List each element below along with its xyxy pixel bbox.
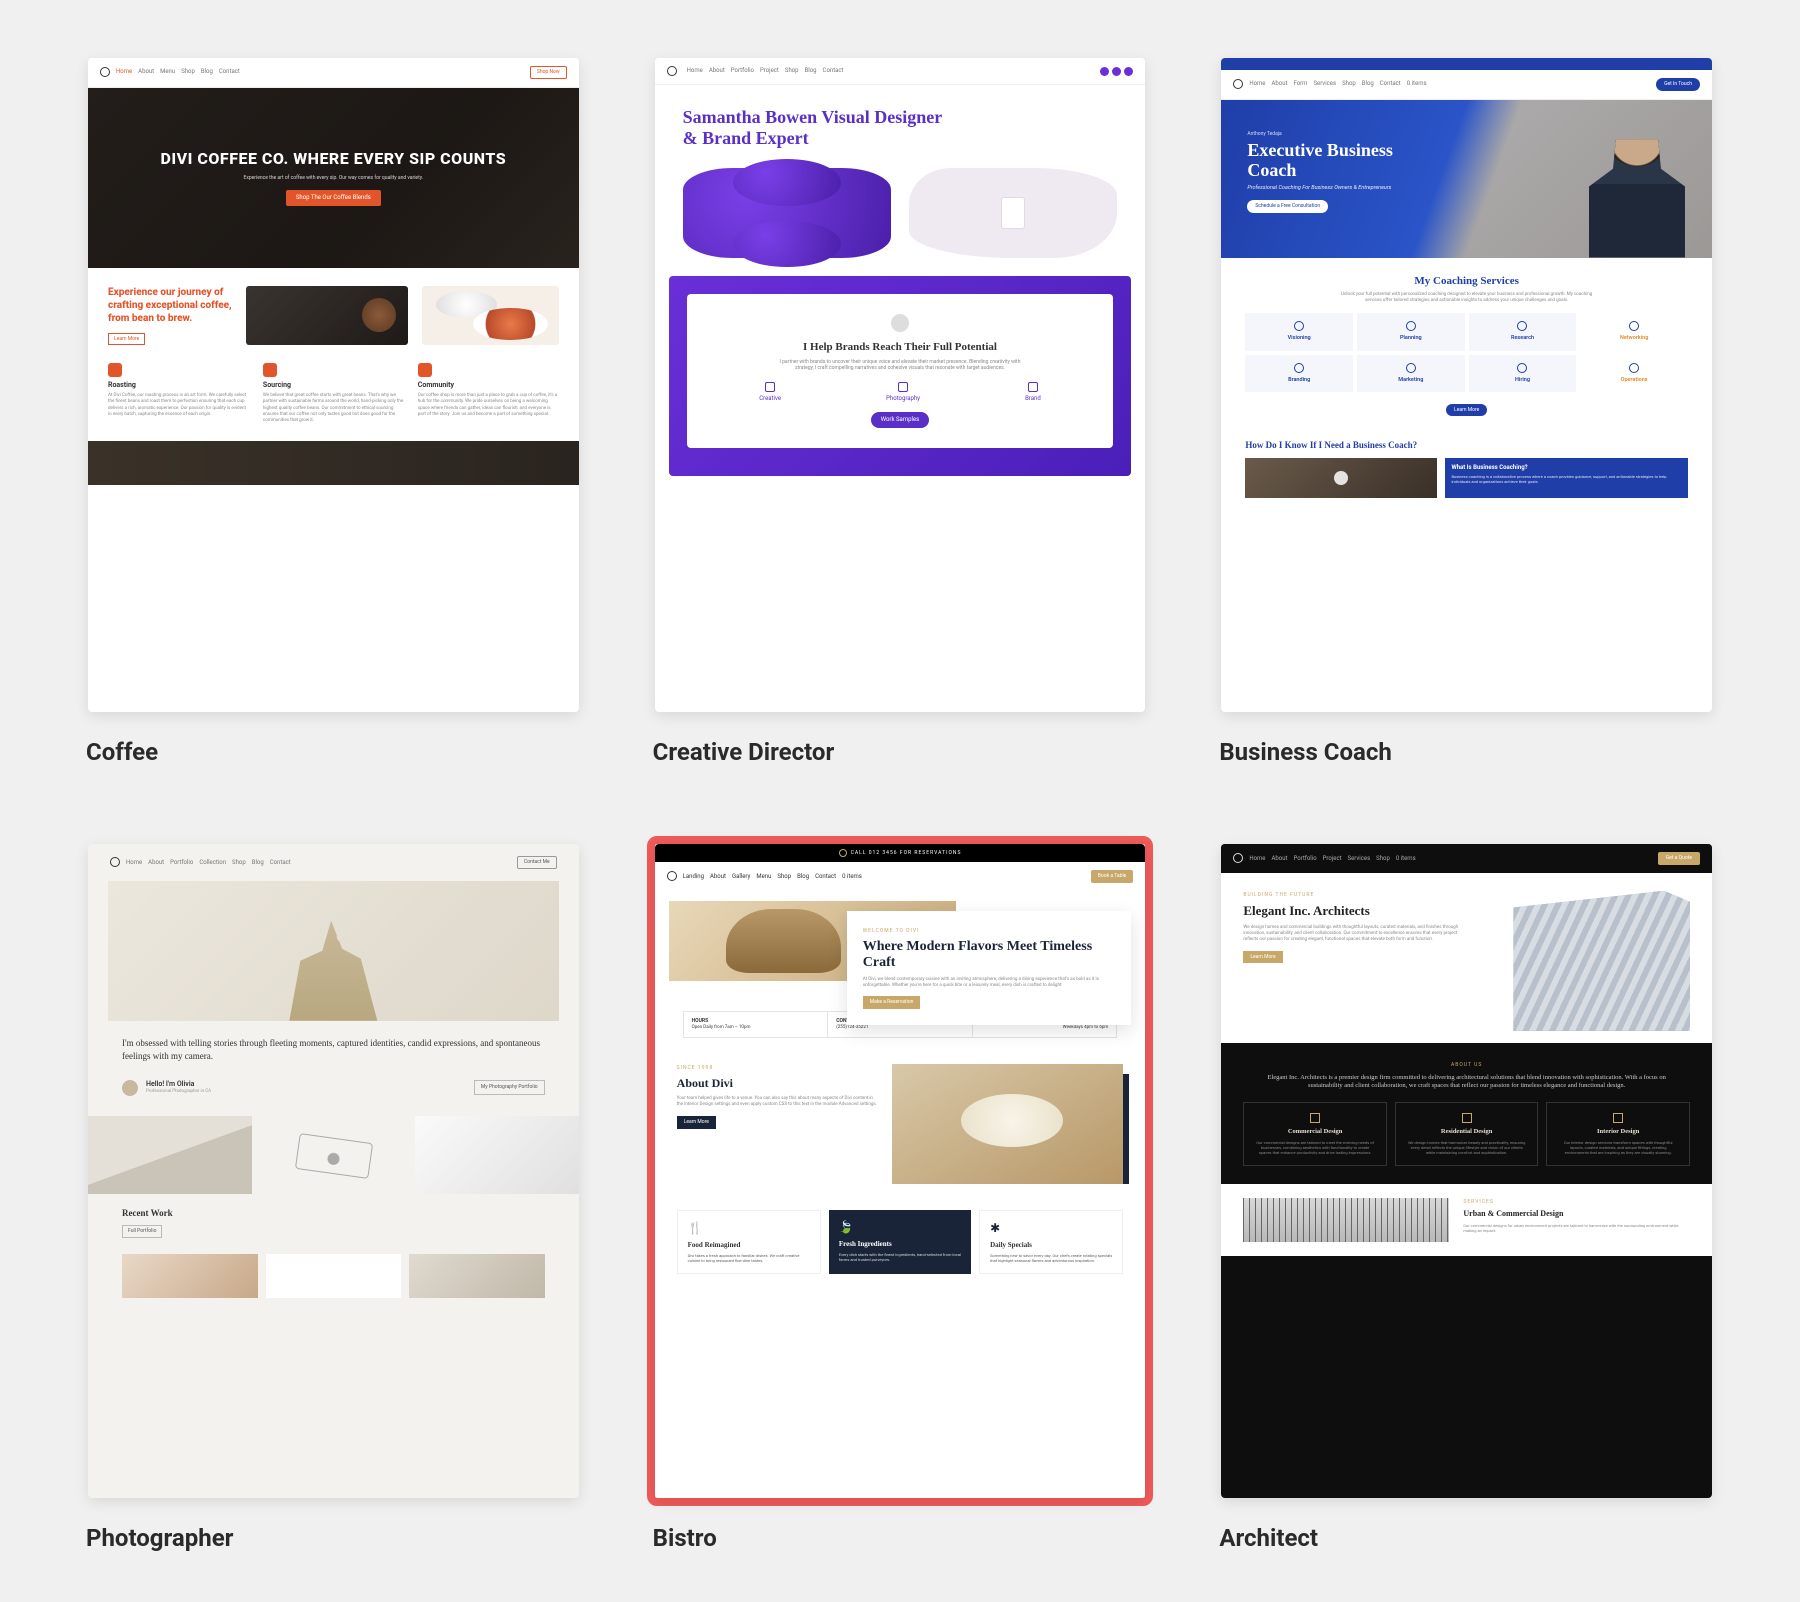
- preview-intro: I'm obsessed with telling stories throug…: [88, 1021, 579, 1080]
- preview-nav: HomeAboutPortfolioCollectionShopBlogCont…: [88, 844, 579, 881]
- preview-image-band: [88, 1116, 579, 1194]
- star-icon: ✱: [990, 1221, 1112, 1237]
- template-card-bistro[interactable]: CALL 012 3456 FOR RESERVATIONS LandingAb…: [647, 836, 1154, 1552]
- template-card-creative-director[interactable]: HomeAboutPortfolioProjectShopBlogContact…: [647, 50, 1154, 766]
- template-card-business-coach[interactable]: HomeAboutFormServicesShopBlogContact0 it…: [1213, 50, 1720, 766]
- preview-tiles: [88, 1254, 579, 1298]
- template-thumbnail: HomeAboutPortfolioProjectShopBlogContact…: [655, 58, 1146, 712]
- preview-hero-cta: Learn More: [1243, 951, 1282, 964]
- preview-image: [246, 286, 408, 346]
- logo-icon: [667, 871, 677, 881]
- preview-image: [1243, 1198, 1449, 1242]
- template-title: Architect: [1213, 1524, 1720, 1552]
- logo-icon: [110, 857, 120, 867]
- food-icon: 🍴: [688, 1221, 810, 1237]
- template-thumbnail: HomeAboutPortfolioCollectionShopBlogCont…: [88, 844, 579, 1498]
- preview-hero-title: Samantha Bowen Visual Designer & Brand E…: [683, 107, 943, 148]
- logo-icon: [100, 67, 110, 77]
- preview-cta: Learn More: [677, 1116, 716, 1129]
- commercial-icon: [1310, 1113, 1320, 1123]
- preview-cta: Learn More: [1446, 404, 1487, 417]
- preview-hero-image: [108, 881, 559, 1021]
- template-title: Bistro: [647, 1524, 1154, 1552]
- template-title: Business Coach: [1213, 738, 1720, 766]
- avatar-icon: [891, 314, 909, 332]
- preview-hero-image: [1562, 110, 1712, 258]
- roasting-icon: [108, 363, 122, 377]
- preview-hero-image: [1475, 891, 1690, 1031]
- photography-icon: Photography: [886, 382, 920, 403]
- creative-icon: Creative: [759, 382, 781, 403]
- leaf-icon: 🍃: [839, 1220, 961, 1236]
- preview-cta: Work Samples: [871, 412, 929, 428]
- preview-nav-cta: Get In Touch: [1656, 78, 1700, 91]
- template-thumbnail: HomeAboutPortfolioProjectServicesShop0 i…: [1221, 844, 1712, 1498]
- preview-hero-title: Where Modern Flavors Meet Timeless Craft: [863, 939, 1116, 971]
- template-card-photographer[interactable]: HomeAboutPortfolioCollectionShopBlogCont…: [80, 836, 587, 1552]
- preview-nav: LandingAboutGalleryMenuShopBlogContact0 …: [655, 862, 1146, 891]
- preview-hero-title: Elegant Inc. Architects: [1243, 903, 1458, 920]
- preview-nav-cta: Contact Me: [517, 856, 557, 869]
- preview-nav-cta: Shop Now: [530, 66, 567, 79]
- preview-nav: HomeAboutPortfolioProjectShopBlogContact: [655, 58, 1146, 85]
- preview-nav-cta: Book a Table: [1091, 870, 1134, 883]
- avatar-icon: [122, 1080, 138, 1096]
- preview-hero-cta: Make a Reservation: [863, 996, 921, 1009]
- preview-video-thumb: [1245, 458, 1437, 498]
- residential-icon: [1462, 1113, 1472, 1123]
- preview-shape: [683, 168, 891, 258]
- community-icon: [418, 363, 432, 377]
- template-title: Coffee: [80, 738, 587, 766]
- logo-icon: [1233, 853, 1243, 863]
- social-icons: [1100, 67, 1133, 76]
- preview-image: [422, 286, 559, 346]
- preview-image: [892, 1064, 1123, 1184]
- template-grid: HomeAboutMenuShopBlogContact Shop Now DI…: [80, 50, 1720, 1552]
- interior-icon: [1613, 1113, 1623, 1123]
- preview-nav: HomeAboutPortfolioProjectServicesShop0 i…: [1221, 844, 1712, 873]
- preview-hero-cta: Schedule a Free Consultation: [1247, 200, 1328, 213]
- template-title: Creative Director: [647, 738, 1154, 766]
- preview-shape: [909, 168, 1117, 258]
- preview-nav: HomeAboutFormServicesShopBlogContact0 it…: [1221, 70, 1712, 100]
- template-card-coffee[interactable]: HomeAboutMenuShopBlogContact Shop Now DI…: [80, 50, 587, 766]
- sourcing-icon: [263, 363, 277, 377]
- template-title: Photographer: [80, 1524, 587, 1552]
- logo-icon: [667, 66, 677, 76]
- template-thumbnail: HomeAboutMenuShopBlogContact Shop Now DI…: [88, 58, 579, 712]
- logo-icon: [1233, 79, 1243, 89]
- preview-topbar: [1221, 58, 1712, 70]
- preview-hero-cta: Shop The Our Coffee Blends: [286, 190, 381, 206]
- preview-nav: HomeAboutMenuShopBlogContact Shop Now: [88, 58, 579, 88]
- template-thumbnail: HomeAboutFormServicesShopBlogContact0 it…: [1221, 58, 1712, 712]
- template-thumbnail: CALL 012 3456 FOR RESERVATIONS LandingAb…: [655, 844, 1146, 1498]
- brand-icon: Brand: [1025, 382, 1041, 403]
- preview-nav-cta: Get a Quote: [1658, 852, 1700, 865]
- preview-hero-title: DIVI COFFEE CO. WHERE EVERY SIP COUNTS: [161, 149, 507, 170]
- preview-topbar: CALL 012 3456 FOR RESERVATIONS: [655, 844, 1146, 862]
- preview-hero-title: Executive Business Coach: [1247, 141, 1417, 181]
- template-card-architect[interactable]: HomeAboutPortfolioProjectServicesShop0 i…: [1213, 836, 1720, 1552]
- preview-cta: My Photography Portfolio: [474, 1080, 545, 1095]
